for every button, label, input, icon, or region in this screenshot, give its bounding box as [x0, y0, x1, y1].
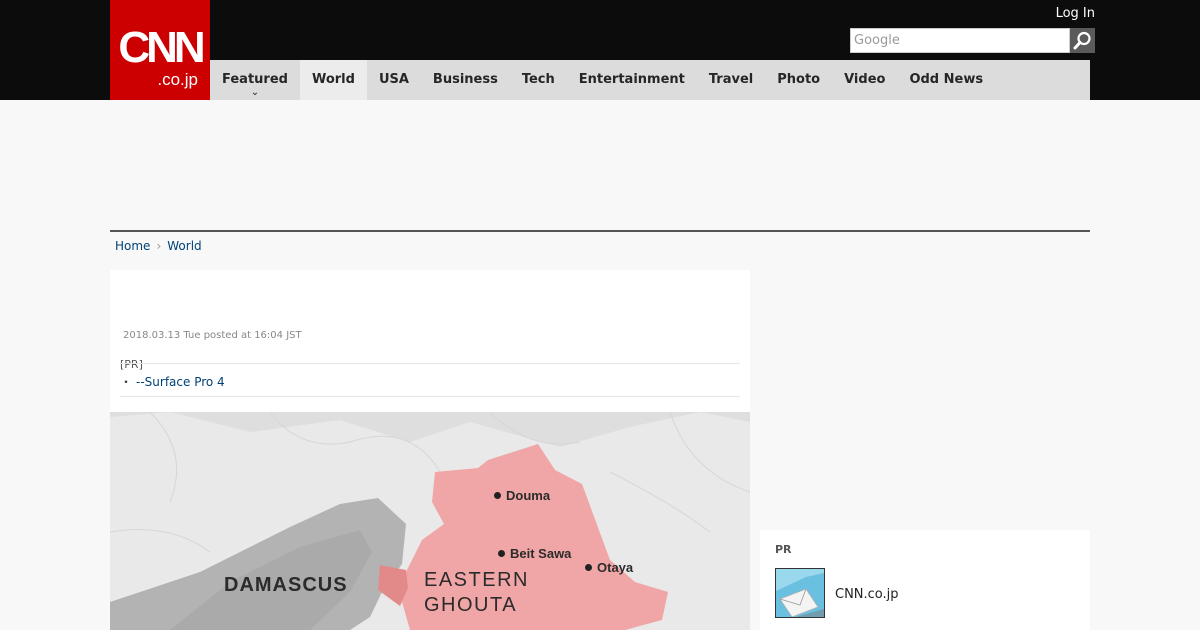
map-town-beit-sawa: Beit Sawa: [498, 546, 571, 561]
logo-brand: CNN: [118, 23, 205, 72]
article-map-image: DAMASCUS EASTERN GHOUTA Douma Beit Sawa …: [110, 412, 750, 630]
nav-item-entertainment[interactable]: Entertainment: [567, 60, 697, 100]
pr-label: [PR]: [120, 358, 143, 371]
pr-divider-top: [120, 363, 740, 364]
posted-timestamp: 2018.03.13 Tue posted at 16:04 JST: [123, 330, 302, 341]
town-marker-icon: [498, 550, 505, 557]
map-town-otaya: Otaya: [585, 560, 633, 575]
pr-thumbnail[interactable]: [775, 568, 825, 618]
map-label-ghouta: GHOUTA: [424, 594, 518, 616]
pr-link-row: ・ --Surface Pro 4: [120, 374, 225, 390]
nav-item-odd-news[interactable]: Odd News: [897, 60, 995, 100]
search-icon: [1073, 31, 1091, 50]
section-divider: [110, 230, 1090, 232]
map-label-eastern: EASTERN: [424, 569, 529, 591]
search-button[interactable]: [1070, 28, 1095, 53]
sidebar-pr-box: PR CNN.co.jp: [760, 530, 1090, 630]
login-link[interactable]: Log In: [1056, 6, 1095, 22]
map-label-damascus: DAMASCUS: [224, 574, 348, 596]
bullet: ・: [120, 375, 133, 389]
breadcrumb-home[interactable]: Home: [115, 237, 150, 255]
logo-suffix: .co.jp: [157, 70, 198, 89]
nav-item-world[interactable]: World: [299, 60, 367, 100]
chevron-down-icon: ⌄: [250, 87, 260, 98]
main-nav: Featured ⌄ World USA Business Tech Enter…: [210, 60, 1090, 100]
nav-item-tech[interactable]: Tech: [510, 60, 567, 100]
map-town-douma: Douma: [494, 488, 550, 503]
nav-label-featured: Featured: [222, 72, 288, 87]
article-card: 2018.03.13 Tue posted at 16:04 JST [PR] …: [110, 270, 750, 412]
chevron-right-icon: ›: [156, 239, 162, 253]
nav-item-business[interactable]: Business: [421, 60, 510, 100]
town-label: Beit Sawa: [510, 546, 572, 561]
nav-item-photo[interactable]: Photo: [765, 60, 832, 100]
sidebar-pr-link[interactable]: CNN.co.jp: [835, 587, 899, 602]
nav-item-featured[interactable]: Featured ⌄: [210, 60, 300, 100]
search-input[interactable]: [850, 28, 1070, 53]
town-marker-icon: [585, 564, 592, 571]
town-label: Otaya: [597, 560, 634, 575]
breadcrumb-world[interactable]: World: [167, 237, 201, 255]
nav-item-travel[interactable]: Travel: [697, 60, 765, 100]
pr-link[interactable]: --Surface Pro 4: [136, 375, 225, 389]
sidebar-pr-label: PR: [775, 543, 792, 556]
cnn-logo[interactable]: CNN .co.jp: [110, 0, 210, 100]
town-label: Douma: [506, 488, 551, 503]
town-marker-icon: [494, 492, 501, 499]
pr-divider-bottom: [120, 396, 740, 397]
envelope-icon: [776, 569, 824, 617]
nav-item-video[interactable]: Video: [832, 60, 897, 100]
nav-item-usa[interactable]: USA: [367, 60, 421, 100]
breadcrumb: Home › World: [115, 237, 202, 255]
